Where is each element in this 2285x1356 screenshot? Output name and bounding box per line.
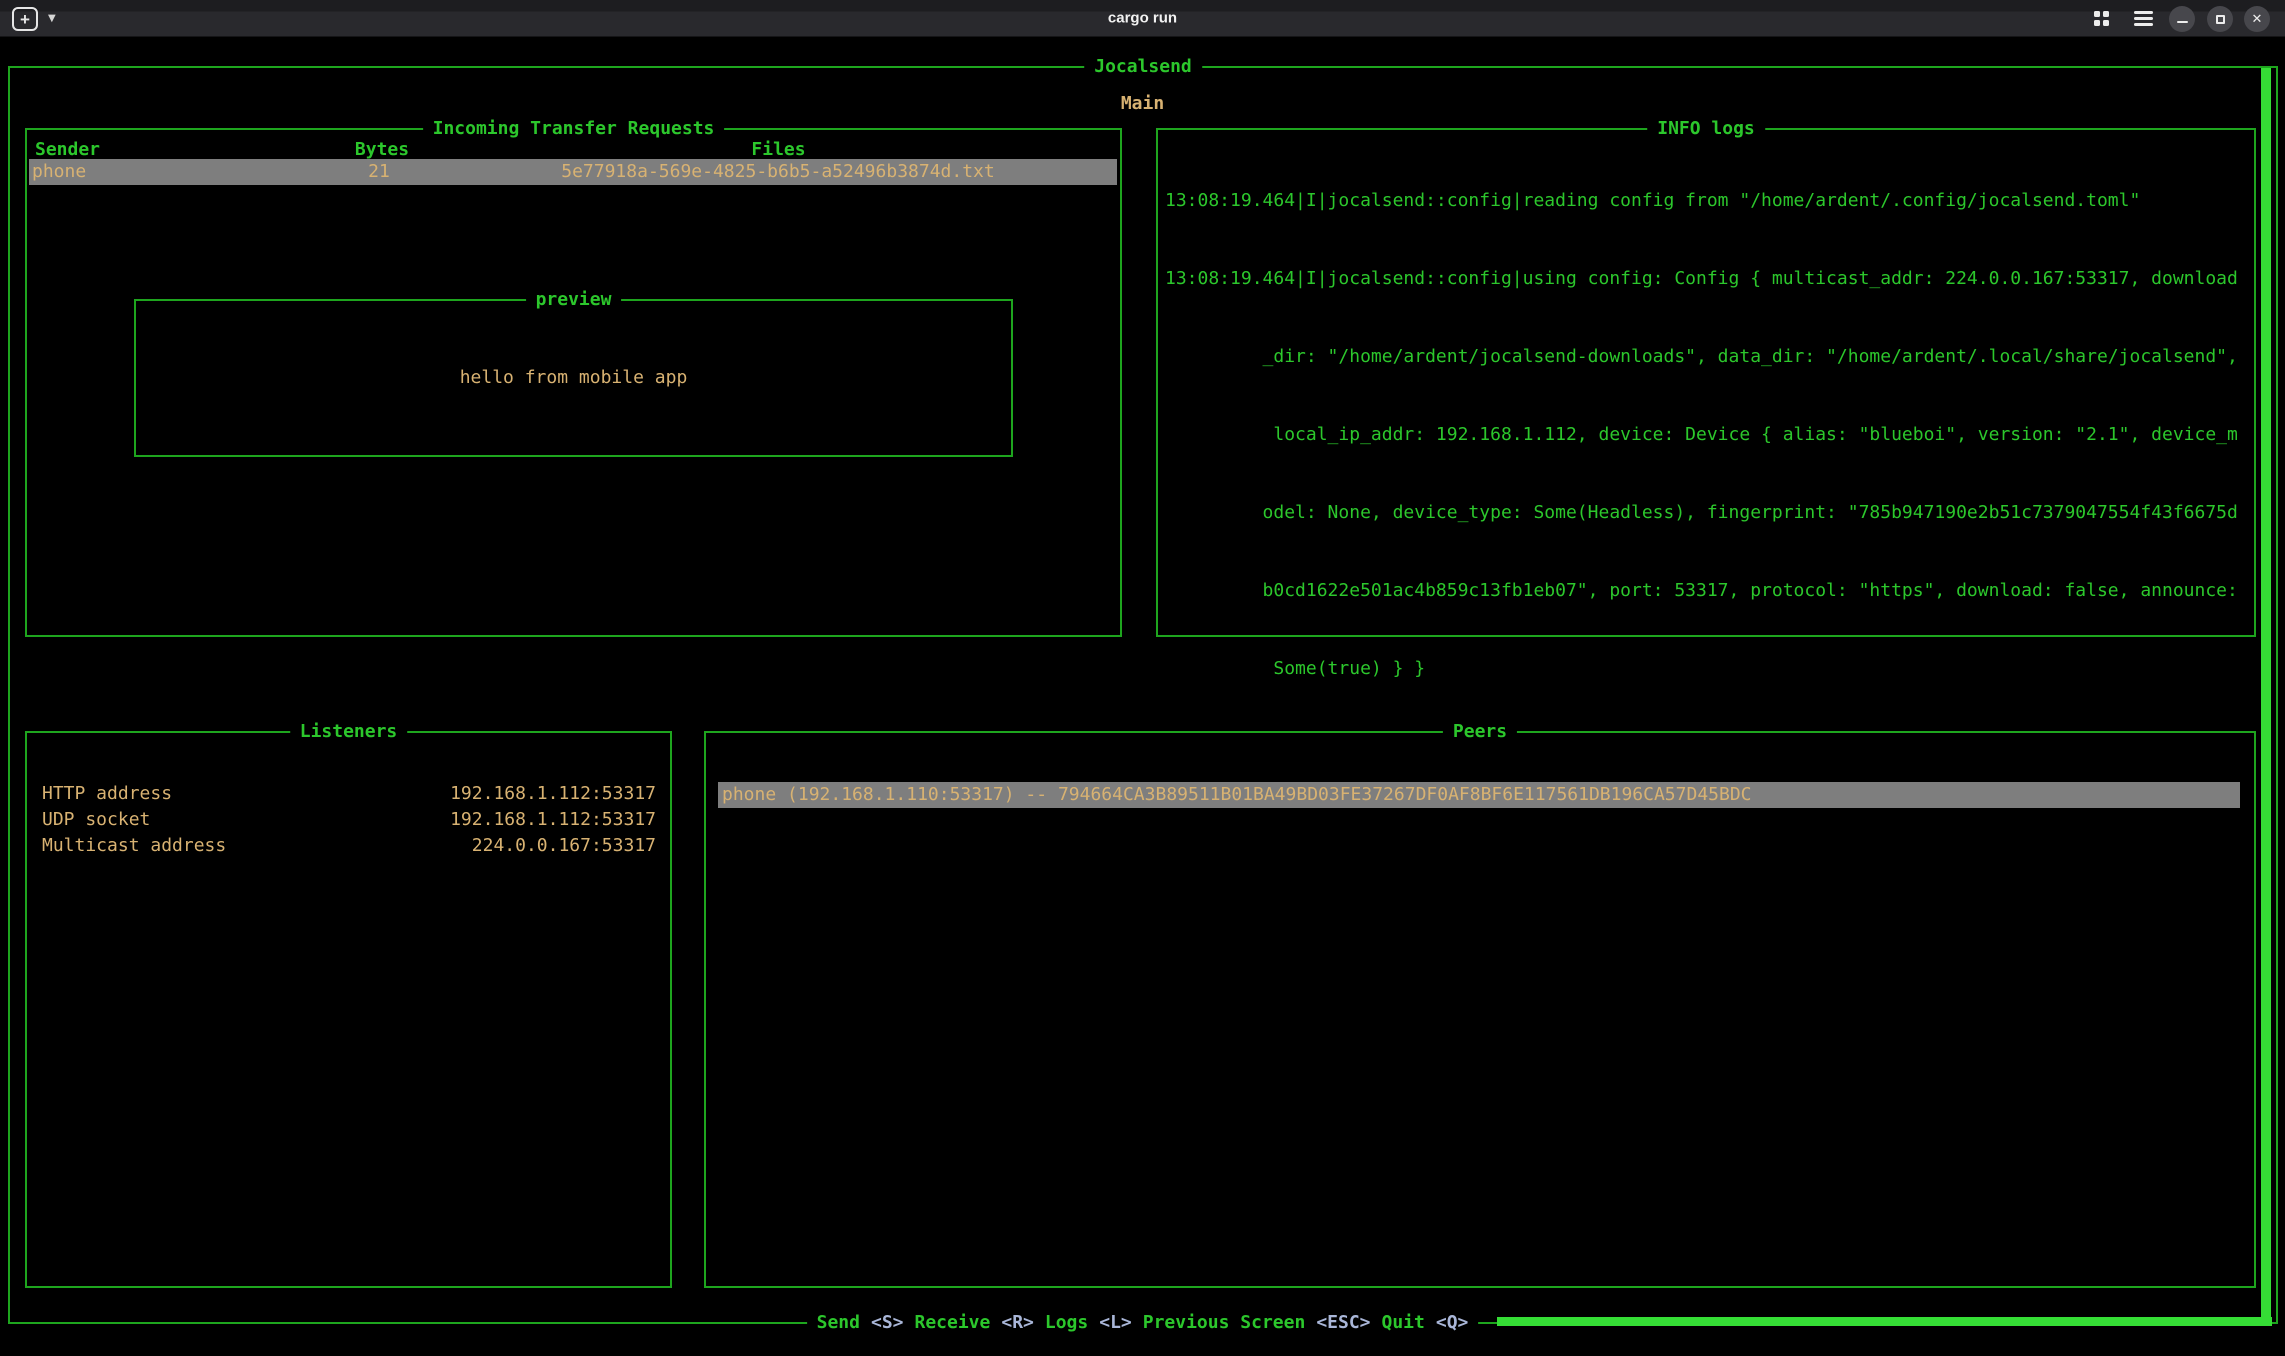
screen-title: Main <box>0 91 2285 117</box>
incoming-transfer-row-selected[interactable]: phone 21 5e77918a-569e-4825-b6b5-a52496b… <box>29 159 1117 185</box>
log-line: b0cd1622e501ac4b859c13fb1eb07", port: 53… <box>1165 578 2252 604</box>
listener-label: UDP socket <box>27 807 150 833</box>
tab-overview-button[interactable] <box>2094 11 2110 27</box>
transfer-sender: phone <box>29 159 319 185</box>
listener-label: Multicast address <box>27 833 226 859</box>
listener-value: 192.168.1.112:53317 <box>450 807 670 833</box>
listener-row: HTTP address 192.168.1.112:53317 <box>27 781 670 807</box>
keybind-previous-screen: Previous Screen <ESC> <box>1143 1310 1371 1336</box>
maximize-button[interactable] <box>2207 6 2233 32</box>
preview-panel: preview hello from mobile app <box>134 299 1013 457</box>
log-line: local_ip_addr: 192.168.1.112, device: De… <box>1165 422 2252 448</box>
minimize-icon <box>2177 21 2188 24</box>
keybind-receive: Receive <R> <box>915 1310 1034 1336</box>
new-tab-button[interactable]: + <box>12 7 38 31</box>
transfer-files: 5e77918a-569e-4825-b6b5-a52496b3874d.txt <box>439 159 1117 185</box>
terminal-screen: Jocalsend Main Incoming Transfer Request… <box>0 37 2285 1356</box>
peers-panel: Peers phone (192.168.1.110:53317) -- 794… <box>704 731 2256 1288</box>
peers-title: Peers <box>1443 719 1517 745</box>
plus-icon: + <box>20 11 30 28</box>
window-title: cargo run <box>1108 10 1177 27</box>
close-icon: ✕ <box>2252 12 2263 27</box>
log-line: odel: None, device_type: Some(Headless),… <box>1165 500 2252 526</box>
listener-value: 224.0.0.167:53317 <box>472 833 670 859</box>
app-title: Jocalsend <box>1084 54 1202 80</box>
listener-label: HTTP address <box>27 781 172 807</box>
preview-content: hello from mobile app <box>136 301 1011 455</box>
transfer-bytes: 21 <box>319 159 439 185</box>
incoming-transfers-panel: Incoming Transfer Requests Sender Bytes … <box>25 128 1122 637</box>
grid-icon <box>2094 11 2100 17</box>
keybind-send: Send <S> <box>817 1310 904 1336</box>
keybind-logs: Logs <L> <box>1045 1310 1132 1336</box>
hamburger-icon <box>2134 11 2153 14</box>
log-line: 13:08:19.464|I|jocalsend::config|using c… <box>1165 266 2252 292</box>
keybind-quit: Quit <Q> <box>1382 1310 1469 1336</box>
tab-dropdown-button[interactable]: ▼ <box>48 13 56 24</box>
listeners-title: Listeners <box>290 719 408 745</box>
window-titlebar: + ▼ cargo run ✕ <box>0 0 2285 37</box>
log-line: _dir: "/home/ardent/jocalsend-downloads"… <box>1165 344 2252 370</box>
menu-button[interactable] <box>2134 11 2153 26</box>
vertical-scrollbar[interactable] <box>2261 68 2271 1324</box>
info-logs-panel: INFO logs 13:08:19.464|I|jocalsend::conf… <box>1156 128 2256 637</box>
listener-list: HTTP address 192.168.1.112:53317 UDP soc… <box>27 781 670 859</box>
log-line: 13:08:19.464|I|jocalsend::config|reading… <box>1165 188 2252 214</box>
peer-row-selected[interactable]: phone (192.168.1.110:53317) -- 794664CA3… <box>718 782 2240 808</box>
chevron-down-icon: ▼ <box>48 13 56 24</box>
listener-row: Multicast address 224.0.0.167:53317 <box>27 833 670 859</box>
maximize-icon <box>2216 15 2225 24</box>
listener-value: 192.168.1.112:53317 <box>450 781 670 807</box>
close-button[interactable]: ✕ <box>2244 6 2270 32</box>
log-line: Some(true) } } <box>1165 656 2252 682</box>
horizontal-scrollbar[interactable] <box>1497 1317 2272 1326</box>
listener-row: UDP socket 192.168.1.112:53317 <box>27 807 670 833</box>
keybind-statusbar: Send <S> Receive <R> Logs <L> Previous S… <box>807 1310 1479 1336</box>
minimize-button[interactable] <box>2169 6 2195 32</box>
listeners-panel: Listeners HTTP address 192.168.1.112:533… <box>25 731 672 1288</box>
